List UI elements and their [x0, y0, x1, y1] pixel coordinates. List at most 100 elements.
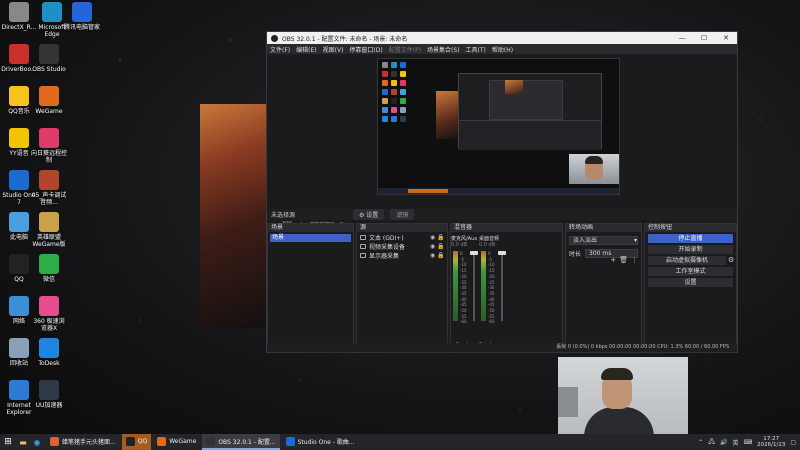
meter-scale-tick: -50 [460, 308, 467, 314]
preview-desktop-icon [382, 62, 388, 68]
obs-titlebar[interactable]: OBS 32.0.1 - 配置文件: 未命名 - 场景: 未命名 — ☐ ✕ [267, 32, 737, 44]
desktop-shortcut-label: 向日葵远程控制 [31, 150, 68, 164]
lock-icon[interactable]: 🔒 [437, 243, 444, 250]
settings-button[interactable]: 设置 [648, 278, 733, 287]
duration-label: 时长 [569, 251, 582, 258]
taskbar-app-button[interactable]: 蜡笔猪手元头猪面... [46, 434, 120, 450]
selected-source-label: 未选择源 [271, 212, 296, 219]
network-icon[interactable]: 🖧 [708, 437, 715, 447]
input-method-icon[interactable]: ⌨ [743, 439, 752, 446]
menu-profile[interactable]: 配置文件(P) [389, 45, 421, 54]
chevron-up-icon[interactable]: ⌃ [698, 439, 703, 446]
stop-streaming-button[interactable]: 停止直播 [648, 234, 733, 243]
menu-help[interactable]: 帮助(H) [492, 45, 513, 54]
ime-indicator[interactable]: 英 [732, 438, 738, 447]
display-source-icon [360, 252, 366, 258]
visibility-eye-icon[interactable]: ◉ [430, 234, 437, 241]
obs-window: OBS 32.0.1 - 配置文件: 未命名 - 场景: 未命名 — ☐ ✕ 文… [266, 31, 738, 353]
start-button[interactable]: ⊞ [0, 437, 16, 447]
desktop-shortcut[interactable]: 05_声卡调试音频... [31, 170, 67, 206]
desktop-shortcut[interactable]: 向日葵远程控制 [31, 128, 67, 164]
source-item[interactable]: 显示器采集 ◉ 🔒 [357, 251, 447, 260]
filters-button[interactable]: 滤镜 [390, 209, 415, 220]
preview-desktop-icon [400, 116, 406, 122]
preview-desktop-icon [400, 62, 406, 68]
menu-file[interactable]: 文件(F) [270, 45, 290, 54]
taskbar-app-button[interactable]: OBS 32.0.1 - 配置... [202, 434, 280, 450]
source-name: 显示器采集 [369, 252, 400, 260]
preview-desktop-icon [382, 71, 388, 77]
fader-handle[interactable] [470, 251, 478, 255]
gear-icon[interactable]: ⚙ [728, 256, 736, 264]
text-source-icon [360, 234, 366, 240]
preview-desktop-icon [391, 116, 397, 122]
desktop-shortcut[interactable]: ToDesk [31, 338, 67, 367]
mixer-channel: 桌面音频 0.0 dB 0 -5 -10 -15 -20 -25 -30 -35 -40 -45-… [479, 235, 506, 331]
preview-hair [585, 156, 603, 164]
visibility-eye-icon[interactable]: ◉ [430, 243, 437, 250]
desktop-shortcut[interactable]: WeGame [31, 86, 67, 115]
controls-dock-title: 控制按钮 [645, 224, 736, 232]
source-item[interactable]: 视频采集设备 ◉ 🔒 [357, 242, 447, 251]
scene-item[interactable]: 场景 [270, 234, 351, 242]
volume-fader[interactable] [473, 251, 475, 321]
app-icon [9, 170, 29, 190]
desktop-shortcut[interactable]: 微信 [31, 254, 67, 283]
desktop-shortcut[interactable]: 腾讯电脑管家 [64, 2, 100, 31]
preview-inner-preview [489, 80, 563, 120]
delete-icon[interactable]: 🗑 [619, 256, 628, 264]
kebab-menu-icon[interactable]: ⋮ [631, 256, 638, 264]
source-item[interactable]: 文本 (GDI+) ◉ 🔒 [357, 233, 447, 242]
desktop-shortcut[interactable]: OBS Studio [31, 44, 67, 73]
notification-icon[interactable]: ▢ [790, 439, 796, 446]
maximize-button[interactable]: ☐ [693, 34, 715, 42]
close-button[interactable]: ✕ [715, 34, 737, 42]
browser-icon[interactable]: ◉ [30, 436, 44, 448]
desktop-shortcut[interactable]: DirectX_R... [1, 2, 37, 31]
menu-tools[interactable]: 工具(T) [466, 45, 486, 54]
preview-desktop-icon [391, 80, 397, 86]
lock-icon[interactable]: 🔒 [437, 252, 444, 259]
studio-mode-button[interactable]: 工作室模式 [648, 267, 733, 276]
add-icon[interactable]: + [610, 256, 616, 264]
meter-scale-tick: -50 [488, 308, 495, 314]
taskbar-app-button[interactable]: Studio One - 歌曲... [282, 434, 359, 450]
app-icon [39, 212, 59, 232]
desktop-shortcut[interactable]: 英雄联盟WeGame版 [31, 212, 67, 248]
fader-handle[interactable] [498, 251, 506, 255]
volume-fader[interactable] [501, 251, 503, 321]
meter-scale-tick: -35 [460, 290, 467, 296]
desktop-shortcut[interactable]: 360 极速浏览器X [31, 296, 67, 332]
program-preview[interactable] [377, 58, 620, 195]
taskbar-app-button[interactable]: WeGame [153, 434, 200, 450]
lock-icon[interactable]: 🔒 [437, 234, 444, 241]
obs-window-title: OBS 32.0.1 - 配置文件: 未命名 - 场景: 未命名 [282, 35, 408, 43]
desktop-shortcut-label: ToDesk [38, 360, 60, 367]
menu-edit[interactable]: 编辑(E) [296, 45, 316, 54]
channel-name: 麦克风/Aux [451, 236, 478, 242]
desktop-shortcut-label: OBS Studio [32, 66, 66, 73]
menu-docks[interactable]: 停靠窗口(D) [349, 45, 382, 54]
meter-scale-tick: -60 [488, 319, 495, 325]
volume-icon[interactable]: 🔊 [720, 439, 727, 446]
transition-type-select[interactable]: 淡入淡出 ▾ [569, 236, 638, 245]
properties-button[interactable]: ⚙ 设置 [353, 209, 385, 220]
person-body [584, 407, 654, 434]
desktop-shortcut-label: 英雄联盟WeGame版 [32, 234, 66, 248]
minimize-button[interactable]: — [671, 34, 693, 42]
start-recording-button[interactable]: 开始录制 [648, 245, 733, 254]
file-explorer-icon[interactable]: ▬ [16, 436, 30, 448]
taskbar-app-button[interactable]: QQ [121, 434, 152, 450]
start-virtual-camera-button[interactable]: 启动虚拟摄像机 [648, 256, 726, 265]
preview-desktop-icon [391, 89, 397, 95]
desktop-shortcut[interactable]: UU加速器 [31, 380, 67, 409]
menu-view[interactable]: 视图(V) [323, 45, 344, 54]
transition-type-value: 淡入淡出 [573, 237, 598, 244]
clock[interactable]: 17:27 2026/1/23 [757, 436, 785, 448]
visibility-eye-icon[interactable]: ◉ [430, 252, 437, 259]
menu-scene-collection[interactable]: 场景集合(S) [427, 45, 460, 54]
app-icon [9, 44, 29, 64]
app-icon [157, 436, 167, 446]
taskbar-apps: 蜡笔猪手元头猪面... QQ WeGame OBS 32.0.1 - 配置... Stu… [46, 434, 361, 450]
scenes-dock-title: 场景 [268, 224, 353, 232]
